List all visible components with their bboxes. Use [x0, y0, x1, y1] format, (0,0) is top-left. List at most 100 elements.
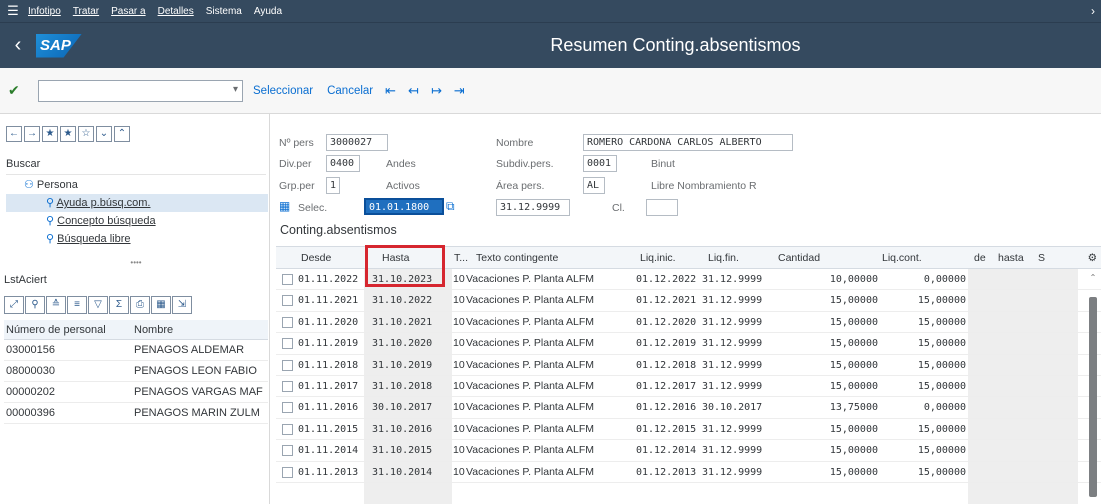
find-icon[interactable]: ⚲ — [25, 296, 45, 314]
row-checkbox[interactable] — [282, 445, 293, 457]
table-row[interactable]: 01.11.2014 31.10.2015 10 Vacaciones P. Plan… — [276, 440, 1101, 462]
personnel-name: PENAGOS VARGAS MAF — [134, 386, 263, 398]
collapse-up-icon[interactable]: ⌃ — [114, 126, 130, 142]
tree-item-busqueda-libre[interactable]: ⚲ Búsqueda libre — [6, 230, 268, 248]
row-checkbox[interactable] — [282, 402, 293, 414]
column-header-hasta[interactable]: Hasta — [382, 247, 409, 269]
first-page-icon[interactable]: ⇤ — [385, 83, 396, 99]
print-icon[interactable]: ⎙ — [130, 296, 150, 314]
table-row[interactable]: 01.11.2013 31.10.2014 10 Vacaciones P. Plan… — [276, 462, 1101, 483]
command-field[interactable]: ▾ — [38, 79, 243, 102]
checkmark-icon[interactable]: ✔ — [8, 82, 24, 99]
filter-icon[interactable]: ▽ — [88, 296, 108, 314]
row-checkbox[interactable] — [282, 295, 293, 307]
last-page-icon[interactable]: ⇥ — [454, 83, 465, 99]
menu-tratar[interactable]: Tratar — [73, 6, 99, 17]
menu-icon[interactable]: ☰ — [2, 3, 24, 19]
tree-item-ayuda[interactable]: ⚲ Ayuda p.búsq.com. — [6, 194, 268, 212]
column-header-liq-cont[interactable]: Liq.cont. — [882, 247, 922, 269]
row-checkbox[interactable] — [282, 466, 293, 478]
settings-icon[interactable]: ⚙ — [1088, 247, 1097, 269]
tree-item-concepto[interactable]: ⚲ Concepto búsqueda — [6, 212, 268, 230]
menu-pasar-a[interactable]: Pasar a — [111, 6, 145, 17]
back-arrow-icon[interactable]: ← — [6, 126, 22, 142]
table-row[interactable]: 01.11.2016 30.10.2017 10 Vacaciones P. Plan… — [276, 397, 1101, 419]
selec-to-field[interactable]: 31.12.9999 — [496, 199, 570, 216]
list-item[interactable]: 00000202 PENAGOS VARGAS MAF — [4, 382, 268, 403]
column-header-de[interactable]: de — [974, 247, 986, 269]
expand-down-icon[interactable]: ⌄ — [96, 126, 112, 142]
tree-node-persona[interactable]: ⚇ Persona — [6, 176, 268, 194]
table-row[interactable]: 01.11.2019 31.10.2020 10 Vacaciones P. Plan… — [276, 333, 1101, 355]
cell-cantidad: 10,00000 — [829, 274, 878, 285]
cell-hasta: 31.10.2014 — [372, 466, 433, 478]
table-row[interactable]: 01.11.2017 31.10.2018 10 Vacaciones P. Plan… — [276, 376, 1101, 398]
chevron-down-icon[interactable]: ▾ — [233, 84, 238, 95]
star-add-icon[interactable]: ★ — [42, 126, 58, 142]
contingent-table: Desde Hasta T... Texto contingente Liq.i… — [276, 246, 1101, 504]
row-checkbox[interactable] — [282, 338, 293, 350]
menu-ayuda[interactable]: Ayuda — [254, 6, 282, 17]
column-header[interactable]: Número de personal — [4, 320, 134, 339]
period-icon[interactable]: ⧉ — [446, 199, 455, 214]
cell-hasta: 31.10.2018 — [372, 380, 433, 392]
divper-field[interactable]: 0400 — [326, 155, 360, 172]
back-icon[interactable]: ‹ — [0, 34, 36, 57]
cancel-button[interactable]: Cancelar — [327, 85, 373, 97]
forward-arrow-icon[interactable]: → — [24, 126, 40, 142]
sort-asc-icon[interactable]: ≙ — [46, 296, 66, 314]
column-header-liq-fin[interactable]: Liq.fin. — [708, 247, 739, 269]
panel-splitter[interactable]: •••• — [6, 259, 266, 267]
column-header-s[interactable]: S — [1038, 247, 1045, 269]
npers-field[interactable]: 3000027 — [326, 134, 388, 151]
cell-liq-cont: 0,00000 — [923, 274, 966, 285]
menu-detalles[interactable]: Detalles — [158, 6, 194, 17]
star-icon[interactable]: ★ — [60, 126, 76, 142]
selec-from-field[interactable]: 01.01.1800 — [364, 198, 444, 215]
area-field[interactable]: AL — [583, 177, 605, 194]
chart-icon[interactable]: ▦ — [151, 296, 171, 314]
table-row[interactable]: 01.11.2021 31.10.2022 10 Vacaciones P. Plan… — [276, 290, 1101, 312]
cell-desde: 01.11.2022 — [298, 274, 359, 285]
scrollbar-thumb[interactable] — [1089, 297, 1097, 497]
nombre-field[interactable]: ROMERO CARDONA CARLOS ALBERTO — [583, 134, 793, 151]
column-header-cantidad[interactable]: Cantidad — [778, 247, 820, 269]
cl-field[interactable] — [646, 199, 678, 216]
row-checkbox[interactable] — [282, 274, 293, 285]
list-item[interactable]: 08000030 PENAGOS LEON FABIO — [4, 361, 268, 382]
sum-icon[interactable]: Σ — [109, 296, 129, 314]
vertical-scrollbar[interactable]: ⌃ — [1089, 269, 1097, 504]
scroll-up-icon[interactable]: ⌃ — [1089, 273, 1097, 285]
row-checkbox[interactable] — [282, 359, 293, 371]
select-button[interactable]: Seleccionar — [253, 85, 313, 97]
table-row[interactable]: 01.11.2015 31.10.2016 10 Vacaciones P. Plan… — [276, 419, 1101, 441]
list-item[interactable]: 00000396 PENAGOS MARIN ZULM — [4, 403, 268, 424]
sort-desc-icon[interactable]: ≡ — [67, 296, 87, 314]
cell-liq-cont: 15,00000 — [917, 445, 966, 457]
chevron-right-icon[interactable]: › — [1091, 4, 1095, 18]
column-header-texto[interactable]: Texto contingente — [476, 247, 558, 269]
column-header-liq-inic[interactable]: Liq.inic. — [640, 247, 676, 269]
column-header-hasta2[interactable]: hasta — [998, 247, 1024, 269]
export-icon[interactable]: ⇲ — [172, 296, 192, 314]
table-row[interactable]: 01.11.2018 31.10.2019 10 Vacaciones P. Plan… — [276, 355, 1101, 376]
star-remove-icon[interactable]: ☆ — [78, 126, 94, 142]
previous-page-icon[interactable]: ↤ — [408, 83, 419, 99]
menu-sistema[interactable]: Sistema — [206, 6, 242, 17]
cell-type: 10 — [453, 273, 465, 285]
section-title: Conting.absentismos — [280, 223, 397, 237]
grpper-field[interactable]: 1 — [326, 177, 340, 194]
table-row[interactable]: 01.11.2020 31.10.2021 10 Vacaciones P. Plan… — [276, 312, 1101, 334]
row-checkbox[interactable] — [282, 423, 293, 435]
detail-icon[interactable]: ⤢ — [4, 296, 24, 314]
row-checkbox[interactable] — [282, 316, 293, 328]
column-header-type[interactable]: T... — [454, 247, 468, 269]
column-header-desde[interactable]: Desde — [301, 247, 331, 269]
next-page-icon[interactable]: ↦ — [431, 83, 442, 99]
menu-infotipo[interactable]: Infotipo — [28, 6, 61, 17]
row-checkbox[interactable] — [282, 380, 293, 392]
list-item[interactable]: 03000156 PENAGOS ALDEMAR — [4, 340, 268, 361]
table-row[interactable]: 01.11.2022 31.10.2023 10 Vacaciones P. Plan… — [276, 269, 1101, 291]
subdiv-field[interactable]: 0001 — [583, 155, 617, 172]
column-header[interactable]: Nombre — [134, 320, 266, 339]
